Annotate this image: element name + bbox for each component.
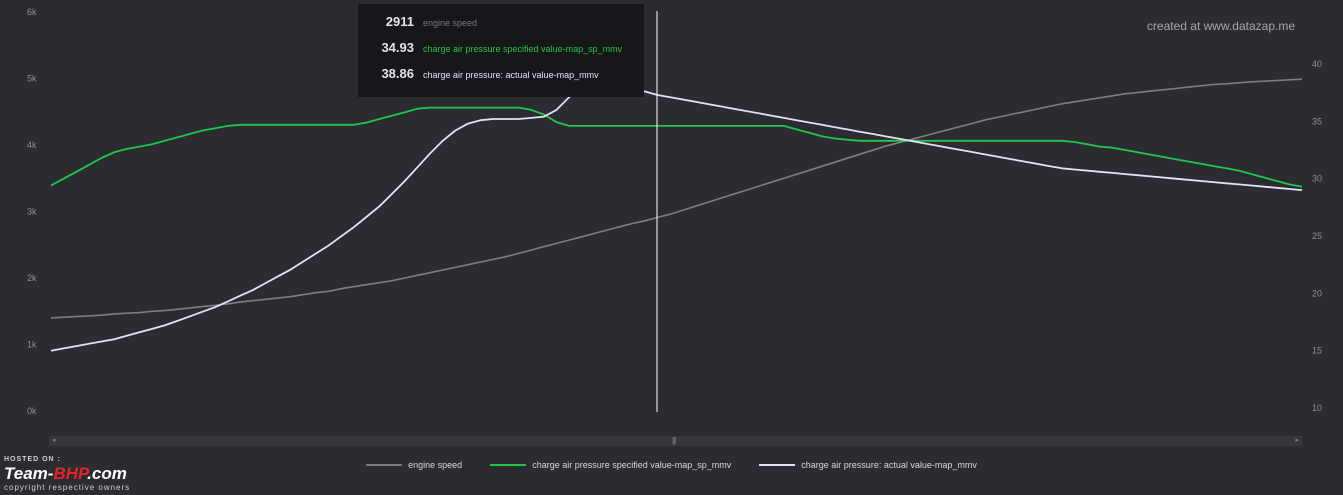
scroll-right-arrow-icon[interactable]: ▸ (1295, 436, 1299, 446)
brand-logo-text: Team-BHP.com (4, 464, 127, 484)
tooltip-series-name: engine speed (423, 18, 478, 28)
legend-swatch (366, 464, 403, 466)
brand-hosted-label: HOSTED ON : (4, 456, 61, 463)
left-axis-ticks: 0k 1k 2k 3k 4k 5k 6k (27, 7, 37, 416)
series-line-specified-pressure (50, 106, 1303, 188)
left-axis-tick-label: 1k (27, 340, 37, 350)
left-axis-tick-label: 0k (27, 406, 37, 416)
tooltip-value: 38.86 (381, 66, 414, 81)
tooltip-row-actual-pressure: 38.86 charge air pressure: actual value-… (370, 66, 632, 92)
tooltip-row-engine-speed: 2911 engine speed (370, 14, 632, 40)
watermark-text: created at www.datazap.me (1146, 19, 1295, 33)
tooltip-value: 2911 (385, 14, 414, 29)
left-axis-tick-label: 2k (27, 273, 37, 283)
legend-item-engine-speed[interactable]: engine speed (366, 460, 462, 470)
series-line-engine-speed (50, 78, 1303, 319)
left-axis-tick-label: 6k (27, 7, 37, 17)
tooltip-row-specified-pressure: 34.93 charge air pressure specified valu… (370, 40, 632, 66)
legend-item-specified-pressure[interactable]: charge air pressure specified value-map_… (490, 460, 731, 470)
scroll-left-arrow-icon[interactable]: ◂ (52, 436, 56, 446)
right-axis-tick-label: 15 (1312, 346, 1322, 356)
legend-label: charge air pressure: actual value-map_mm… (801, 460, 977, 470)
right-axis-tick-label: 35 (1312, 116, 1322, 126)
brand-name-b: BHP (53, 464, 88, 483)
line-chart: 0k 1k 2k 3k 4k 5k 6k 10 15 20 25 30 35 40 (27, 7, 1322, 416)
right-axis-tick-label: 20 (1312, 288, 1322, 298)
right-axis-tick-label: 10 (1312, 403, 1322, 413)
legend-label: charge air pressure specified value-map_… (532, 460, 732, 470)
tooltip-series-name: charge air pressure: actual value-map_mm… (423, 70, 599, 80)
right-axis-tick-label: 30 (1312, 174, 1322, 184)
series-layer (50, 76, 1303, 352)
right-axis-tick-label: 40 (1312, 59, 1322, 69)
series-line-actual-pressure (50, 76, 1303, 352)
left-axis-tick-label: 4k (27, 140, 37, 150)
left-axis-tick-label: 5k (27, 74, 37, 84)
legend-swatch (759, 464, 796, 466)
tooltip-series-name: charge air pressure specified value-map_… (423, 44, 623, 54)
tooltip-value: 34.93 (381, 40, 414, 55)
brand-name-c: .com (87, 464, 127, 483)
horizontal-scrollbar[interactable]: ◂ ||| ▸ (49, 436, 1302, 446)
brand-name-a: Team- (4, 464, 54, 483)
right-axis-tick-label: 25 (1312, 231, 1322, 241)
brand-copyright: copyright respective owners (4, 483, 131, 492)
legend-item-actual-pressure[interactable]: charge air pressure: actual value-map_mm… (759, 460, 977, 470)
hover-tooltip: 2911 engine speed 34.93 charge air press… (358, 4, 644, 97)
team-bhp-watermark: HOSTED ON : Team-BHP.com copyright respe… (4, 456, 204, 494)
legend-swatch (490, 464, 527, 466)
scroll-grip-handle[interactable]: ||| (672, 436, 676, 446)
left-axis-tick-label: 3k (27, 207, 37, 217)
right-axis-ticks: 10 15 20 25 30 35 40 (1312, 59, 1322, 413)
legend-label: engine speed (408, 460, 463, 470)
